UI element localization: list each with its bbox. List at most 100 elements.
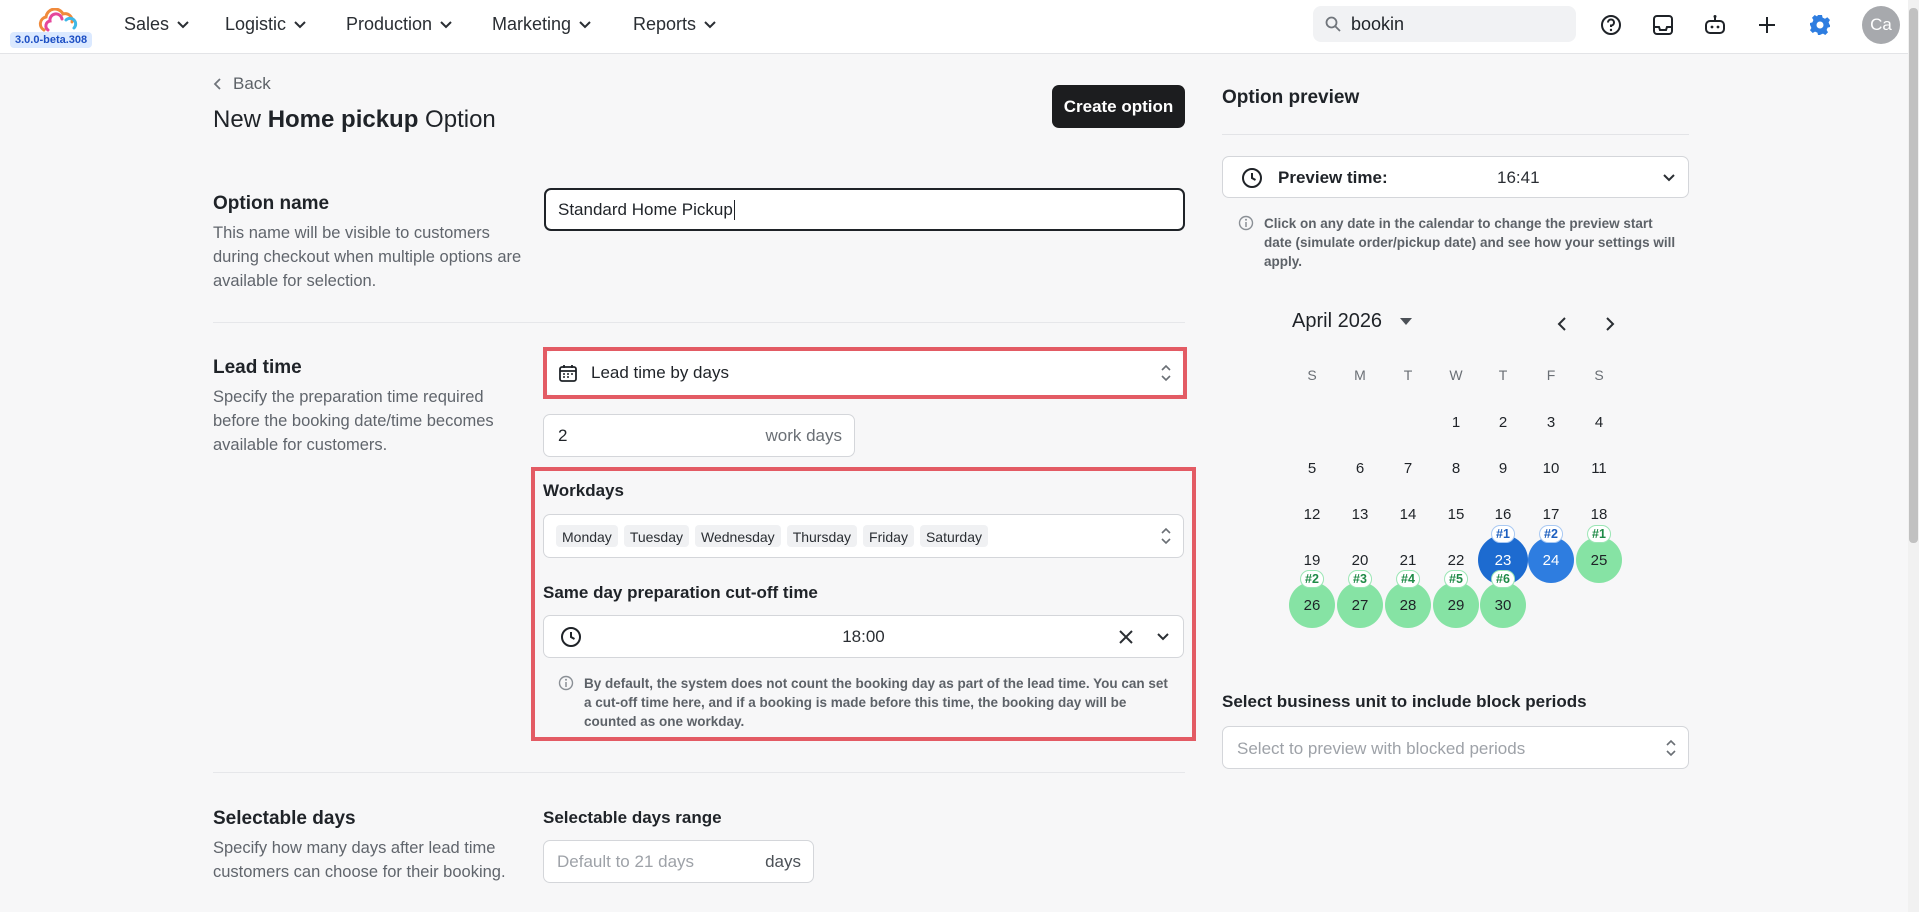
day-order-badge: #1	[1587, 525, 1611, 543]
cutoff-label: Same day preparation cut-off time	[543, 583, 818, 602]
nav-sales-label: Sales	[124, 14, 170, 34]
calendar-day[interactable]: 2	[1480, 399, 1526, 445]
user-avatar[interactable]: Ca	[1862, 6, 1900, 44]
selectable-range-label: Selectable days range	[543, 808, 722, 827]
workday-chip[interactable]: Monday	[556, 525, 618, 547]
day-order-badge: #2	[1539, 525, 1563, 543]
page-scrollbar-thumb[interactable]	[1909, 8, 1918, 543]
calendar-day-number: 5	[1307, 459, 1317, 477]
plus-icon	[1759, 17, 1775, 33]
calendar-day[interactable]: 3	[1528, 399, 1574, 445]
weekday-header: T	[1403, 367, 1413, 383]
calendar-day-number: 20	[1351, 551, 1369, 569]
calendar-day[interactable]: 1	[1433, 399, 1479, 445]
calendar-day[interactable]: 4	[1576, 399, 1622, 445]
section-divider	[213, 322, 1185, 323]
calendar-day-number: 28	[1399, 596, 1417, 614]
nav-logistic[interactable]: Logistic	[225, 14, 306, 35]
lead-time-mode-select[interactable]: Lead time by days	[547, 351, 1183, 395]
global-search[interactable]	[1313, 6, 1576, 42]
calendar-day[interactable]: 5	[1289, 445, 1335, 491]
selectable-days-field[interactable]	[557, 852, 747, 872]
chevron-right-icon	[1606, 317, 1615, 331]
chevron-down-icon	[579, 20, 591, 28]
cutoff-time-input[interactable]: 18:00	[543, 615, 1184, 658]
calendar-month-select[interactable]: April 2026	[1292, 310, 1413, 333]
option-name-title: Option name	[213, 193, 330, 214]
chevron-updown-icon	[1666, 739, 1676, 756]
workday-chip[interactable]: Friday	[863, 525, 914, 547]
calendar-day[interactable]: 27 #3	[1337, 570, 1383, 628]
workday-chip[interactable]: Saturday	[919, 525, 988, 547]
nav-reports-label: Reports	[633, 14, 697, 34]
day-order-badge: #3	[1348, 570, 1372, 588]
chevron-left-icon	[1557, 317, 1566, 331]
calendar-day[interactable]: 12	[1289, 491, 1335, 537]
calendar-day[interactable]: 9	[1480, 445, 1526, 491]
chevron-down-icon	[440, 20, 452, 28]
workday-chip[interactable]: Tuesday	[623, 525, 689, 547]
nav-sales[interactable]: Sales	[124, 14, 189, 35]
calendar-day-number: 24	[1542, 551, 1560, 569]
workday-chip[interactable]: Wednesday	[695, 525, 781, 547]
weekday-header: S	[1307, 367, 1317, 383]
calendar-day[interactable]: 30 #6	[1480, 570, 1526, 628]
calendar-day-number: 12	[1303, 505, 1321, 523]
create-option-button[interactable]: Create option	[1052, 85, 1185, 128]
calendar-day[interactable]: 6	[1337, 445, 1383, 491]
settings-button[interactable]	[1805, 10, 1835, 40]
page-title-bold: Home pickup	[267, 106, 419, 133]
robot-icon	[1705, 15, 1725, 34]
calendar-day[interactable]: 11	[1576, 445, 1622, 491]
calendar-day-number: 21	[1399, 551, 1417, 569]
calendar-day-number: 22	[1447, 551, 1465, 569]
info-icon	[558, 675, 574, 691]
calendar-day[interactable]: 15	[1433, 491, 1479, 537]
weekday-header: S	[1594, 367, 1604, 383]
app-logo[interactable]: 3.0.0-beta.308	[10, 6, 98, 50]
calendar-day-number: 19	[1303, 551, 1321, 569]
nav-marketing[interactable]: Marketing	[492, 14, 591, 35]
page-title-prefix: New	[213, 106, 268, 133]
calendar-day[interactable]: 29 #5	[1433, 570, 1479, 628]
business-unit-label: Select business unit to include block pe…	[1222, 692, 1587, 711]
option-name-input[interactable]: Standard Home Pickup	[544, 188, 1185, 231]
search-input[interactable]	[1351, 13, 1551, 35]
calendar-day-number: 25	[1590, 551, 1608, 569]
calendar-day[interactable]: 25 #1	[1576, 525, 1622, 583]
nav-logistic-label: Logistic	[225, 14, 287, 34]
chevron-down-icon	[177, 20, 189, 28]
nav-reports[interactable]: Reports	[633, 14, 716, 35]
chevron-down-icon[interactable]	[1157, 633, 1169, 641]
lead-days-value: 2	[558, 426, 568, 445]
preview-time-select[interactable]: Preview time: 16:41	[1222, 156, 1689, 198]
workdays-select[interactable]: Monday Tuesday Wednesday Thursday Friday…	[543, 514, 1184, 558]
help-button[interactable]	[1596, 10, 1626, 40]
selectable-days-title: Selectable days	[213, 808, 356, 829]
inbox-button[interactable]	[1648, 10, 1678, 40]
calendar-day-number: 14	[1399, 505, 1417, 523]
chevron-down-icon	[294, 20, 306, 28]
calendar-day[interactable]: 14	[1385, 491, 1431, 537]
lead-days-input[interactable]: 2 work days	[543, 414, 855, 457]
nav-production[interactable]: Production	[346, 14, 452, 35]
calendar-prev-button[interactable]	[1550, 312, 1574, 336]
ai-assistant-button[interactable]	[1700, 10, 1730, 40]
calendar-day[interactable]: 24 #2	[1528, 525, 1574, 583]
selectable-days-input[interactable]: days	[543, 840, 814, 883]
top-navigation-bar: 3.0.0-beta.308 Sales Logistic Production…	[0, 0, 1908, 54]
info-icon	[1238, 215, 1254, 231]
calendar-day[interactable]: 26 #2	[1289, 570, 1335, 628]
calendar-day[interactable]: 7	[1385, 445, 1431, 491]
calendar-day[interactable]: 13	[1337, 491, 1383, 537]
calendar-day[interactable]: 10	[1528, 445, 1574, 491]
clear-icon[interactable]	[1118, 629, 1134, 645]
calendar-next-button[interactable]	[1598, 312, 1622, 336]
add-button[interactable]	[1752, 10, 1782, 40]
back-link[interactable]: Back	[213, 74, 271, 94]
business-unit-select[interactable]: Select to preview with blocked periods	[1222, 726, 1689, 769]
gear-icon	[1810, 15, 1830, 35]
calendar-day[interactable]: 8	[1433, 445, 1479, 491]
workday-chip[interactable]: Thursday	[786, 525, 858, 547]
calendar-day[interactable]: 28 #4	[1385, 570, 1431, 628]
